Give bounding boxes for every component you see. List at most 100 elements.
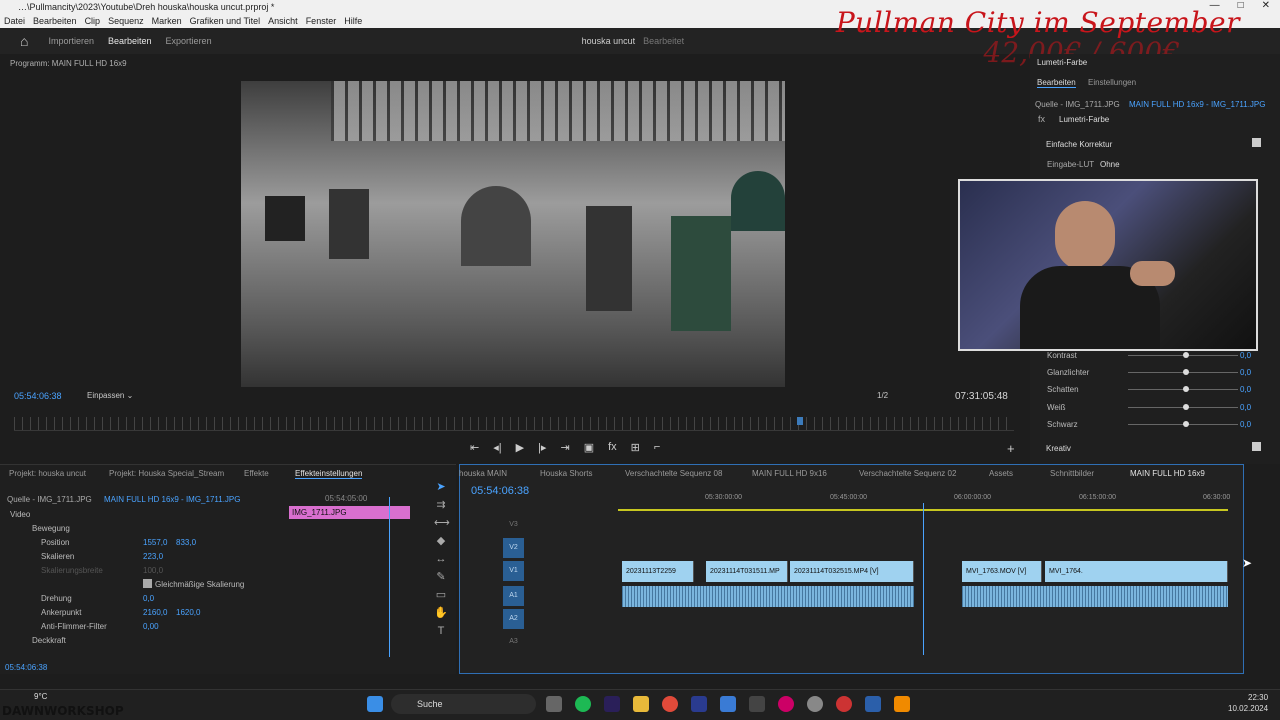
- zoom-select[interactable]: Einpassen ⌄: [87, 391, 133, 400]
- menu-fenster[interactable]: Fenster: [306, 14, 337, 28]
- timeline-tab[interactable]: Assets: [989, 469, 1013, 478]
- fx-row-value[interactable]: 1557,0: [143, 538, 167, 547]
- step-back-icon[interactable]: ◂|: [493, 441, 501, 454]
- menu-hilfe[interactable]: Hilfe: [344, 14, 362, 28]
- video-clip[interactable]: 20231114T031511.MP: [706, 561, 788, 582]
- program-scrubber[interactable]: [14, 417, 1014, 431]
- app-icon[interactable]: [778, 696, 794, 712]
- hand-icon[interactable]: ✋: [434, 604, 448, 622]
- tab-effekte[interactable]: Effekte: [244, 469, 269, 478]
- mini-playhead[interactable]: [389, 497, 390, 657]
- lumetri-effect[interactable]: Lumetri-Farbe: [1059, 115, 1109, 124]
- rectangle-icon[interactable]: ▭: [434, 586, 448, 604]
- app-icon[interactable]: [836, 696, 852, 712]
- fx-row-value[interactable]: 0,00: [143, 622, 159, 631]
- track-v2[interactable]: V2: [503, 538, 524, 558]
- tab-exportieren[interactable]: Exportieren: [166, 36, 212, 46]
- timeline-tab[interactable]: MAIN FULL HD 9x16: [752, 469, 827, 478]
- contrast-slider[interactable]: [1128, 352, 1238, 358]
- playhead-icon[interactable]: [797, 417, 803, 425]
- app-icon[interactable]: [807, 696, 823, 712]
- track-a1[interactable]: A1: [503, 586, 524, 606]
- chrome-icon[interactable]: [662, 696, 678, 712]
- highlights-slider[interactable]: [1128, 369, 1238, 375]
- blacks-slider[interactable]: [1128, 421, 1238, 427]
- vlc-icon[interactable]: [894, 696, 910, 712]
- program-label[interactable]: Programm: MAIN FULL HD 16x9: [10, 59, 127, 68]
- razor-icon[interactable]: ◆: [434, 532, 448, 550]
- audio-clip[interactable]: [962, 586, 1228, 607]
- mark-in-icon[interactable]: ⇤: [470, 441, 479, 454]
- weather-widget[interactable]: 9°C: [34, 692, 47, 701]
- timeline-tab[interactable]: houska MAIN: [459, 469, 507, 478]
- uniform-scale-checkbox[interactable]: [143, 579, 152, 588]
- section-checkbox[interactable]: [1252, 138, 1261, 147]
- fx-row-value[interactable]: 100,0: [143, 566, 163, 575]
- word-icon[interactable]: [865, 696, 881, 712]
- kreativ-section[interactable]: Kreativ: [1046, 444, 1071, 453]
- menu-clip[interactable]: Clip: [85, 14, 101, 28]
- file-explorer-icon[interactable]: [633, 696, 649, 712]
- audio-clip[interactable]: [622, 586, 914, 607]
- task-view-icon[interactable]: [546, 696, 562, 712]
- menu-datei[interactable]: Datei: [4, 14, 25, 28]
- effects-sequence[interactable]: MAIN FULL HD 16x9 - IMG_1711.JPG: [104, 495, 241, 504]
- fx-row-value[interactable]: 223,0: [143, 552, 163, 561]
- mark-out-icon[interactable]: ⇥: [560, 441, 569, 454]
- fx-row-value[interactable]: 0,0: [143, 594, 154, 603]
- ripple-edit-icon[interactable]: ⟷: [434, 514, 450, 532]
- timeline-tab[interactable]: Verschachtelte Sequenz 08: [625, 469, 722, 478]
- track-v1[interactable]: V1: [503, 561, 524, 581]
- fx-row-value[interactable]: 2160,0: [143, 608, 167, 617]
- video-clip[interactable]: 20231114T032515.MP4 [V]: [790, 561, 914, 582]
- deckkraft-heading[interactable]: Deckkraft: [32, 636, 66, 645]
- windows-start-icon[interactable]: [367, 696, 383, 712]
- menu-sequenz[interactable]: Sequenz: [108, 14, 144, 28]
- step-forward-icon[interactable]: |▸: [538, 441, 546, 454]
- timeline-playhead[interactable]: [923, 503, 924, 655]
- effects-source[interactable]: Quelle - IMG_1711.JPG: [7, 495, 92, 504]
- lumetri-tab-bearbeiten[interactable]: Bearbeiten: [1037, 78, 1076, 88]
- tab-importieren[interactable]: Importieren: [48, 36, 94, 46]
- menu-ansicht[interactable]: Ansicht: [268, 14, 298, 28]
- close-icon[interactable]: ✕: [1262, 0, 1270, 14]
- video-clip[interactable]: MVI_1763.MOV [V]: [962, 561, 1042, 582]
- whites-slider[interactable]: [1128, 404, 1238, 410]
- timeline-timecode[interactable]: 05:54:06:38: [471, 485, 529, 497]
- slip-icon[interactable]: ↔: [434, 550, 448, 568]
- mini-clip[interactable]: IMG_1711.JPG: [289, 506, 410, 519]
- todo-icon[interactable]: [720, 696, 736, 712]
- multicam-icon[interactable]: ⊞: [631, 441, 640, 454]
- tab-effekteinstellungen[interactable]: Effekteinstellungen: [295, 469, 363, 479]
- fx-row-value2[interactable]: 1620,0: [176, 608, 200, 617]
- timeline-tab[interactable]: Schnittbilder: [1050, 469, 1094, 478]
- play-icon[interactable]: ▶: [516, 441, 524, 454]
- timeline-tab[interactable]: Verschachtelte Sequenz 02: [859, 469, 956, 478]
- program-timecode[interactable]: 05:54:06:38: [14, 391, 62, 401]
- lut-select[interactable]: Ohne: [1100, 160, 1120, 169]
- fx-row-value2[interactable]: 833,0: [176, 538, 196, 547]
- photoshop-icon[interactable]: [691, 696, 707, 712]
- selection-tool-icon[interactable]: ➤: [434, 478, 448, 496]
- video-clip[interactable]: 20231113T2259: [622, 561, 694, 582]
- slider-value[interactable]: 0,0: [1240, 420, 1251, 429]
- menu-marken[interactable]: Marken: [152, 14, 182, 28]
- track-select-icon[interactable]: ⇉: [434, 496, 448, 514]
- taskbar-clock[interactable]: 22:30 10.02.2024: [1228, 692, 1268, 714]
- export-frame-icon[interactable]: ▣: [584, 441, 594, 454]
- menu-grafiken[interactable]: Grafiken und Titel: [190, 14, 261, 28]
- pen-icon[interactable]: ✎: [434, 568, 448, 586]
- app-icon[interactable]: [749, 696, 765, 712]
- video-clip[interactable]: MVI_1764.: [1045, 561, 1228, 582]
- lumetri-source[interactable]: Quelle - IMG_1711.JPG: [1035, 100, 1120, 109]
- lumetri-sequence[interactable]: MAIN FULL HD 16x9 - IMG_1711.JPG: [1129, 100, 1266, 109]
- track-a3[interactable]: A3: [503, 632, 524, 652]
- slider-value[interactable]: 0,0: [1240, 385, 1251, 394]
- kreativ-checkbox[interactable]: [1252, 442, 1261, 451]
- menu-bearbeiten[interactable]: Bearbeiten: [33, 14, 77, 28]
- slider-value[interactable]: 0,0: [1240, 403, 1251, 412]
- slider-value[interactable]: 0,0: [1240, 368, 1251, 377]
- fx-icon[interactable]: fx: [608, 441, 617, 454]
- resolution-select[interactable]: 1/2: [877, 391, 888, 400]
- trim-icon[interactable]: ⌐: [654, 441, 660, 454]
